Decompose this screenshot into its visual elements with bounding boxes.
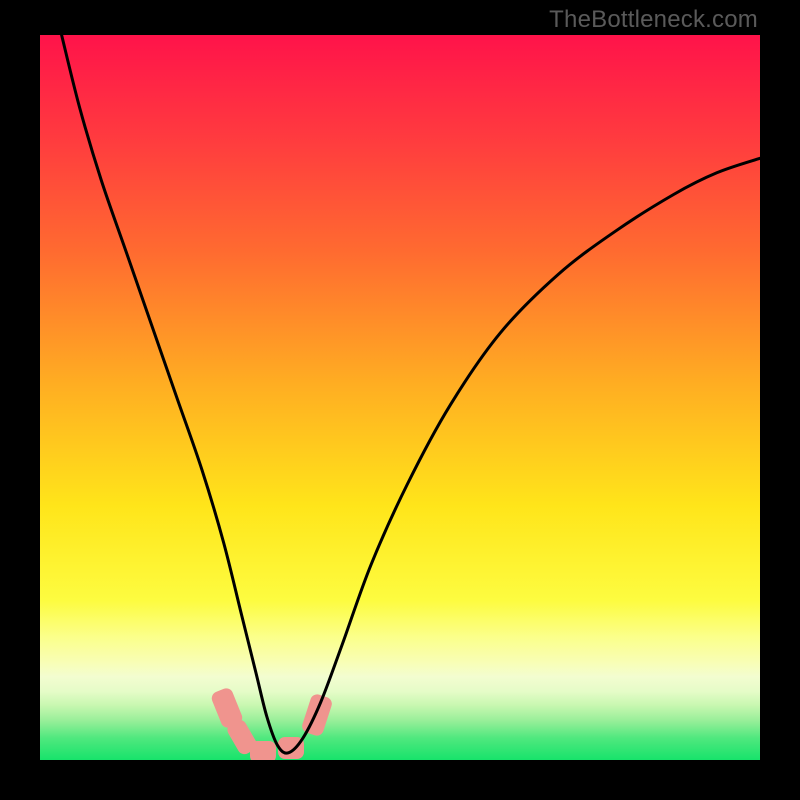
chart-frame: TheBottleneck.com: [0, 0, 800, 800]
watermark-text: TheBottleneck.com: [549, 6, 758, 34]
curve-layer: [40, 35, 760, 760]
plot-area: [40, 35, 760, 760]
marker-group: [210, 686, 334, 760]
marker-blob: [300, 693, 333, 738]
marker-blob: [250, 741, 276, 760]
bottleneck-curve: [62, 35, 760, 753]
